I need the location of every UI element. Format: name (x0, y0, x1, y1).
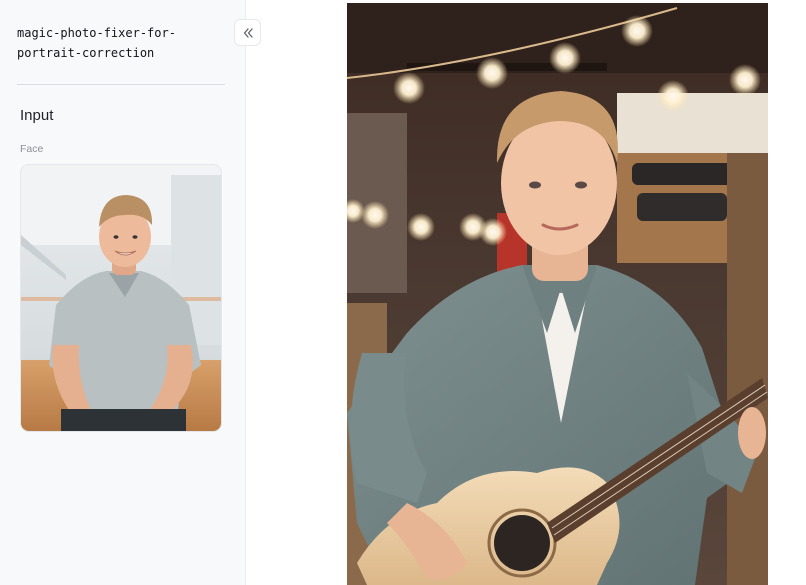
sidebar: magic-photo-fixer-for-portrait-correctio… (0, 0, 246, 585)
output-image (347, 3, 768, 585)
collapse-sidebar-button[interactable] (234, 19, 261, 46)
app-title: magic-photo-fixer-for-portrait-correctio… (17, 26, 176, 60)
sidebar-divider (17, 84, 225, 85)
face-input-image[interactable] (21, 165, 221, 431)
input-section-heading: Input (20, 107, 54, 124)
double-chevron-left-icon (242, 27, 254, 39)
face-field-label: Face (20, 143, 44, 155)
